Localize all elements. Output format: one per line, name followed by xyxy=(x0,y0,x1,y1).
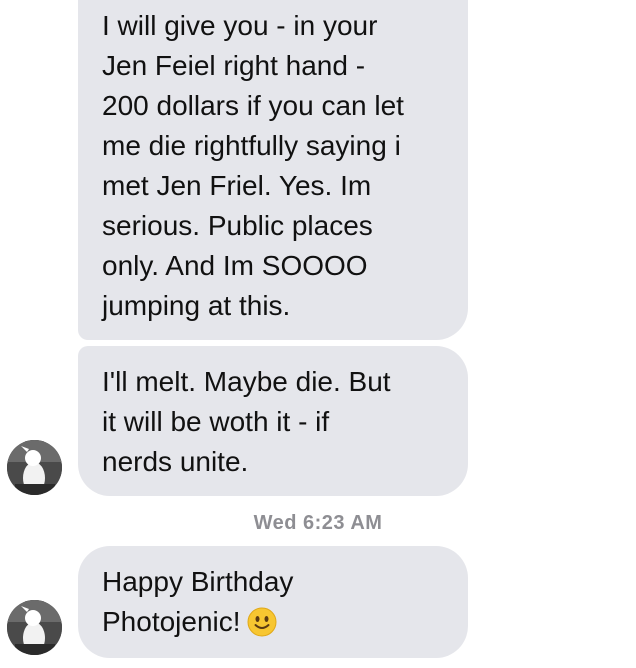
slightly-smiling-face-icon xyxy=(247,607,277,648)
message-line: Jen Feiel right hand - xyxy=(102,50,366,81)
message-line: met Jen Friel. Yes. Im xyxy=(102,170,372,201)
message-line-text: Photojenic! xyxy=(102,606,241,637)
sender-avatar[interactable] xyxy=(7,440,62,495)
message-line-with-emoji: Photojenic! xyxy=(102,602,444,648)
message-line: serious. Public places xyxy=(102,210,373,241)
message-line: 200 dollars if you can let xyxy=(102,90,404,121)
message-line: it will be woth it - if xyxy=(102,406,330,437)
avatar-photo-icon xyxy=(7,600,62,655)
avatar-photo-icon xyxy=(7,440,62,495)
message-line: nerds unite. xyxy=(102,446,249,477)
message-line: I will give you - in your xyxy=(102,10,378,41)
message-line: only. And Im SOOOO xyxy=(102,250,368,281)
timestamp: Wed 6:23 AM xyxy=(253,512,383,534)
message-bubble[interactable]: I will give you - in your Jen Feiel righ… xyxy=(78,0,468,340)
message-thread: I will give you - in your Jen Feiel righ… xyxy=(0,0,636,668)
message-line: me die rightfully saying i xyxy=(102,130,401,161)
message-bubble[interactable]: Happy Birthday Photojenic! xyxy=(78,546,468,658)
message-bubble[interactable]: I'll melt. Maybe die. But it will be wot… xyxy=(78,346,468,496)
message-line: I'll melt. Maybe die. But xyxy=(102,366,391,397)
sender-avatar[interactable] xyxy=(7,600,62,655)
message-line: Happy Birthday xyxy=(102,566,294,597)
message-line: jumping at this. xyxy=(102,290,291,321)
